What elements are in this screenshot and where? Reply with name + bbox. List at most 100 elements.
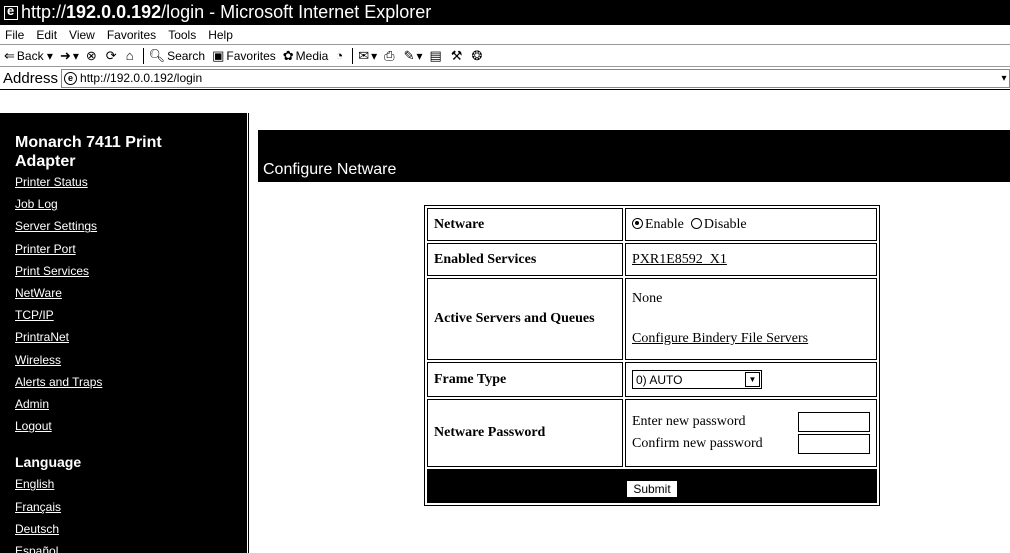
- favorites-button[interactable]: ▣ Favorites: [212, 48, 276, 64]
- mail-button[interactable]: ✉ ▾: [358, 48, 377, 64]
- table-row: Enabled Services PXR1E8592_X1: [427, 243, 877, 276]
- table-row: Active Servers and Queues None Configure…: [427, 278, 877, 360]
- submit-row: Submit: [427, 469, 877, 503]
- menu-view[interactable]: View: [69, 28, 95, 42]
- new-password-label: Enter new password: [632, 414, 746, 429]
- history-button[interactable]: ◔: [335, 48, 345, 63]
- confirm-password-label: Confirm new password: [632, 436, 763, 451]
- menu-help[interactable]: Help: [208, 28, 233, 42]
- menu-edit[interactable]: Edit: [36, 28, 57, 42]
- search-icon: 🔍︎: [148, 47, 166, 63]
- confirm-password-input[interactable]: [798, 434, 870, 454]
- sidebar: Monarch 7411 Print Adapter Printer Statu…: [0, 113, 246, 553]
- back-arrow-icon: ⇐: [4, 47, 15, 63]
- print-icon: ⎙: [384, 47, 395, 63]
- messenger-icon: ❂: [471, 47, 483, 63]
- discuss-button[interactable]: ▤: [430, 48, 444, 64]
- toolbar: ⇐ Back ▾ ➜ ▾ ⊗ ⟳ ⌂ 🔍︎ Search ▣ Favorites ✿ Me…: [0, 45, 1010, 67]
- nav-server-settings[interactable]: Server Settings: [15, 215, 246, 237]
- radio-selected-icon: [632, 217, 643, 229]
- menu-tools[interactable]: Tools: [168, 28, 196, 42]
- new-password-input[interactable]: [798, 412, 870, 432]
- lang-deutsch[interactable]: Deutsch: [15, 518, 246, 540]
- frame-type-value: 0) AUTO: [636, 372, 683, 387]
- nav-job-log[interactable]: Job Log: [15, 193, 246, 215]
- lang-espanol[interactable]: Español: [15, 540, 246, 553]
- search-label: Search: [167, 48, 206, 63]
- nav-printranet[interactable]: PrintraNet: [15, 326, 246, 348]
- mail-icon: ✉: [358, 47, 370, 63]
- messenger-button[interactable]: ❂: [471, 48, 484, 64]
- frame-type-label: Frame Type: [427, 362, 623, 397]
- address-input[interactable]: e http://192.0.0.192/login ▾: [61, 68, 1010, 88]
- table-row: Netware Enable Disable: [427, 208, 877, 241]
- enabled-services-label: Enabled Services: [427, 243, 623, 276]
- title-host: 192.0.0.192: [66, 2, 162, 22]
- address-dropdown-icon[interactable]: ▾: [999, 73, 1009, 84]
- active-servers-label: Active Servers and Queues: [427, 278, 623, 360]
- favorites-icon: ▣: [212, 47, 225, 63]
- menu-favorites[interactable]: Favorites: [107, 28, 156, 42]
- nav-printer-port[interactable]: Printer Port: [15, 238, 246, 260]
- research-button[interactable]: ⚒: [451, 48, 465, 64]
- menu-bar: File Edit View Favorites Tools Help: [0, 25, 1010, 45]
- nav-logout[interactable]: Logout: [15, 415, 246, 437]
- radio-unselected-icon: [690, 217, 702, 229]
- page-title-bar: Configure Netware: [258, 130, 1010, 182]
- menu-file[interactable]: File: [5, 28, 24, 42]
- disable-radio[interactable]: Disable: [690, 216, 747, 232]
- forward-button[interactable]: ➜ ▾: [60, 48, 79, 64]
- ie-icon: [4, 3, 18, 20]
- back-button[interactable]: ⇐ Back ▾: [4, 48, 53, 64]
- confirm-password-row: Confirm new password: [632, 433, 870, 455]
- password-label: Netware Password: [427, 399, 623, 467]
- window-titlebar: http:// 192.0.0.192 /login - Microsoft I…: [0, 0, 1010, 25]
- enabled-service-link[interactable]: PXR1E8592_X1: [632, 252, 727, 267]
- table-row: Submit: [427, 469, 877, 503]
- forward-arrow-icon: ➜: [59, 47, 71, 63]
- title-suffix: /login - Microsoft Internet Explorer: [161, 2, 432, 22]
- configure-bindery-link[interactable]: Configure Bindery File Servers: [632, 331, 808, 346]
- home-button[interactable]: ⌂: [126, 48, 136, 63]
- page-title: Configure Netware: [263, 161, 397, 178]
- address-bar: Address e http://192.0.0.192/login ▾: [0, 67, 1010, 90]
- enable-label: Enable: [645, 216, 684, 232]
- enable-radio[interactable]: Enable: [632, 217, 684, 232]
- nav-tcpip[interactable]: TCP/IP: [15, 304, 246, 326]
- title-prefix: http://: [21, 2, 67, 22]
- refresh-icon: ⟳: [105, 47, 117, 63]
- disable-label: Disable: [703, 216, 747, 232]
- media-button[interactable]: ✿ Media: [283, 48, 329, 64]
- lang-francais[interactable]: Français: [15, 496, 246, 518]
- refresh-button[interactable]: ⟳: [106, 48, 119, 64]
- favorites-label: Favorites: [226, 48, 276, 63]
- table-row: Netware Password Enter new password Conf…: [427, 399, 877, 467]
- chevron-down-icon[interactable]: ▼: [745, 372, 760, 387]
- nav-admin[interactable]: Admin: [15, 393, 246, 415]
- research-icon: ⚒: [450, 47, 463, 63]
- stop-button[interactable]: ⊗: [86, 48, 99, 64]
- frame-divider[interactable]: [246, 113, 249, 553]
- netware-label: Netware: [427, 208, 623, 241]
- search-button[interactable]: 🔍︎ Search: [149, 48, 206, 64]
- lang-english[interactable]: English: [15, 473, 246, 495]
- frame-top-strip: [0, 90, 1010, 113]
- netware-radio-cell: Enable Disable: [625, 208, 877, 241]
- new-password-row: Enter new password: [632, 411, 870, 433]
- nav-printer-status[interactable]: Printer Status: [15, 171, 246, 193]
- edit-icon: ✎: [403, 47, 415, 63]
- nav-alerts-traps[interactable]: Alerts and Traps: [15, 371, 246, 393]
- nav-print-services[interactable]: Print Services: [15, 260, 246, 282]
- language-heading: Language: [15, 454, 82, 471]
- frame-type-select[interactable]: 0) AUTO ▼: [632, 370, 762, 389]
- home-icon: ⌂: [125, 48, 134, 63]
- print-button[interactable]: ⎙: [384, 48, 396, 64]
- media-label: Media: [295, 48, 329, 63]
- nav-netware[interactable]: NetWare: [15, 282, 246, 304]
- edit-button[interactable]: ✎ ▾: [404, 48, 423, 64]
- netware-config-table: Netware Enable Disable Enabled Services …: [424, 205, 880, 506]
- submit-button[interactable]: Submit: [626, 479, 678, 498]
- nav-wireless[interactable]: Wireless: [15, 349, 246, 371]
- stop-icon: ⊗: [85, 47, 97, 63]
- history-icon: ◔: [335, 48, 344, 63]
